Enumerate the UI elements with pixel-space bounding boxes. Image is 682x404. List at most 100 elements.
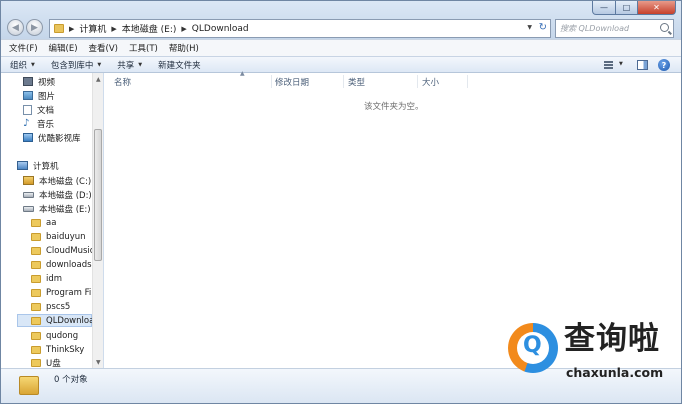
explorer-window: — □ ✕ ◀ ▶ ▶ 计算机 ▶ 本地磁盘 (E:) ▶ QLDownload…	[0, 0, 682, 404]
tree-item-folder[interactable]: qudong	[31, 329, 78, 342]
forward-button[interactable]: ▶	[26, 19, 43, 36]
breadcrumb-drive-e[interactable]: 本地磁盘 (E:)	[122, 22, 177, 35]
tree-item-folder[interactable]: idm	[31, 272, 62, 285]
tree-item-label: 本地磁盘 (D:)	[39, 190, 92, 201]
empty-folder-message: 该文件夹为空。	[364, 102, 424, 112]
column-divider[interactable]	[417, 75, 418, 88]
back-button[interactable]: ◀	[7, 19, 24, 36]
chevron-right-icon[interactable]: ▶	[181, 25, 186, 33]
tree-item-label: aa	[46, 217, 57, 228]
search-input[interactable]	[560, 24, 660, 33]
music-icon: ♪	[23, 117, 30, 129]
tree-item-music[interactable]: ♪ 音乐	[23, 117, 54, 130]
tree-item-label: 音乐	[37, 119, 55, 130]
address-dropdown-icon[interactable]: ▼	[527, 24, 532, 31]
tree-item-youku-library[interactable]: 优酷影视库	[23, 131, 81, 144]
tree-item-drive-c[interactable]: 本地磁盘 (C:)	[23, 174, 91, 187]
tree-item-folder-selected[interactable]: QLDownload	[17, 314, 100, 327]
menu-edit[interactable]: 编辑(E)	[49, 42, 78, 54]
column-divider[interactable]	[467, 75, 468, 88]
logo-url: chaxunla.com	[566, 365, 664, 380]
organize-label: 组织	[10, 60, 28, 71]
tree-item-pictures[interactable]: 图片	[23, 89, 55, 102]
address-bar[interactable]: ▶ 计算机 ▶ 本地磁盘 (E:) ▶ QLDownload ▼ ↻	[49, 19, 551, 38]
search-icon[interactable]	[660, 23, 669, 32]
minimize-button[interactable]: —	[592, 1, 616, 15]
caption-buttons: — □ ✕	[592, 1, 676, 15]
navigation-pane: 视频 图片 文档 ♪ 音乐 优酷影视库 计算机 本地磁盘 (C:) 本地磁盘 (…	[1, 73, 103, 369]
chevron-right-icon[interactable]: ▶	[111, 25, 116, 33]
tree-item-folder[interactable]: baiduyun	[31, 230, 86, 243]
breadcrumb-qldownload[interactable]: QLDownload	[192, 24, 249, 34]
chevron-down-icon: ▼	[138, 61, 143, 68]
tree-item-label: CloudMusic	[46, 245, 95, 256]
column-header-size[interactable]: 大小	[422, 75, 439, 89]
scroll-down-icon[interactable]: ▼	[96, 359, 101, 366]
folder-icon	[31, 274, 41, 283]
tree-item-label: ThinkSky	[46, 344, 85, 355]
drive-icon	[23, 191, 34, 198]
tree-item-label: 本地磁盘 (C:)	[39, 176, 92, 187]
preview-pane-icon[interactable]	[637, 60, 648, 70]
scrollbar-thumb[interactable]	[94, 129, 102, 261]
folder-icon	[54, 24, 64, 33]
column-divider[interactable]	[343, 75, 344, 88]
tree-item-folder[interactable]: downloads	[31, 258, 92, 271]
include-in-library-button[interactable]: 包含到库中 ▼	[51, 59, 101, 71]
tree-item-folder[interactable]: pscs5	[31, 300, 70, 313]
maximize-button[interactable]: □	[616, 1, 638, 15]
tree-item-folder[interactable]: CloudMusic	[31, 244, 94, 257]
folder-icon	[31, 316, 41, 325]
tree-item-label: U盘	[46, 358, 61, 369]
column-divider[interactable]	[271, 75, 272, 88]
tree-item-label: baiduyun	[46, 231, 86, 242]
tree-item-computer[interactable]: 计算机	[17, 159, 59, 172]
tree-item-drive-e[interactable]: 本地磁盘 (E:)	[23, 202, 91, 215]
menu-bar: 文件(F) 编辑(E) 查看(V) 工具(T) 帮助(H)	[1, 39, 681, 56]
help-icon[interactable]: ?	[658, 59, 670, 71]
tree-item-label: downloads	[46, 259, 92, 270]
folder-icon	[31, 331, 41, 340]
column-header-name[interactable]: 名称	[114, 75, 131, 89]
menu-tools[interactable]: 工具(T)	[129, 42, 158, 54]
new-folder-button[interactable]: 新建文件夹	[158, 59, 201, 71]
tree-item-drive-d[interactable]: 本地磁盘 (D:)	[23, 188, 92, 201]
organize-button[interactable]: 组织 ▼	[10, 59, 35, 71]
breadcrumb-computer[interactable]: 计算机	[79, 22, 106, 35]
navigation-scrollbar[interactable]: ▲ ▼	[92, 73, 103, 368]
tree-item-folder[interactable]: ThinkSky	[31, 343, 84, 356]
system-drive-icon	[23, 176, 34, 185]
column-header-type[interactable]: 类型	[348, 75, 365, 89]
computer-icon	[17, 161, 28, 170]
tree-item-label: 计算机	[33, 161, 59, 172]
menu-file[interactable]: 文件(F)	[9, 42, 38, 54]
folder-icon	[31, 345, 41, 354]
tree-item-label: 文档	[37, 105, 55, 116]
refresh-icon[interactable]: ↻	[539, 22, 547, 33]
folder-icon	[31, 288, 41, 297]
column-header-date-modified[interactable]: 修改日期	[275, 75, 309, 89]
tree-item-documents[interactable]: 文档	[23, 103, 54, 116]
share-button[interactable]: 共享 ▼	[117, 59, 142, 71]
chevron-right-icon[interactable]: ▶	[69, 25, 74, 33]
forward-arrow-icon: ▶	[31, 22, 38, 33]
drive-icon	[23, 205, 34, 212]
scroll-up-icon[interactable]: ▲	[96, 76, 101, 83]
tree-item-folder[interactable]: aa	[31, 216, 56, 229]
close-button[interactable]: ✕	[638, 1, 676, 15]
chevron-down-icon: ▼	[31, 61, 35, 68]
menu-view[interactable]: 查看(V)	[89, 42, 118, 54]
title-bar: — □ ✕ ◀ ▶ ▶ 计算机 ▶ 本地磁盘 (E:) ▶ QLDownload…	[1, 1, 681, 39]
view-options-dropdown-icon[interactable]: ▼	[619, 61, 623, 67]
video-library-icon	[23, 133, 33, 142]
chevron-down-icon: ▼	[97, 61, 102, 68]
menu-help[interactable]: 帮助(H)	[169, 42, 199, 54]
logo-title: 查询啦	[564, 321, 660, 357]
search-box[interactable]	[555, 19, 674, 38]
include-in-library-label: 包含到库中	[50, 60, 94, 71]
view-options-icon[interactable]	[604, 61, 613, 69]
document-icon	[23, 104, 32, 115]
tree-item-videos[interactable]: 视频	[23, 75, 55, 88]
folder-icon	[31, 218, 41, 227]
tree-item-label: qudong	[46, 330, 79, 341]
